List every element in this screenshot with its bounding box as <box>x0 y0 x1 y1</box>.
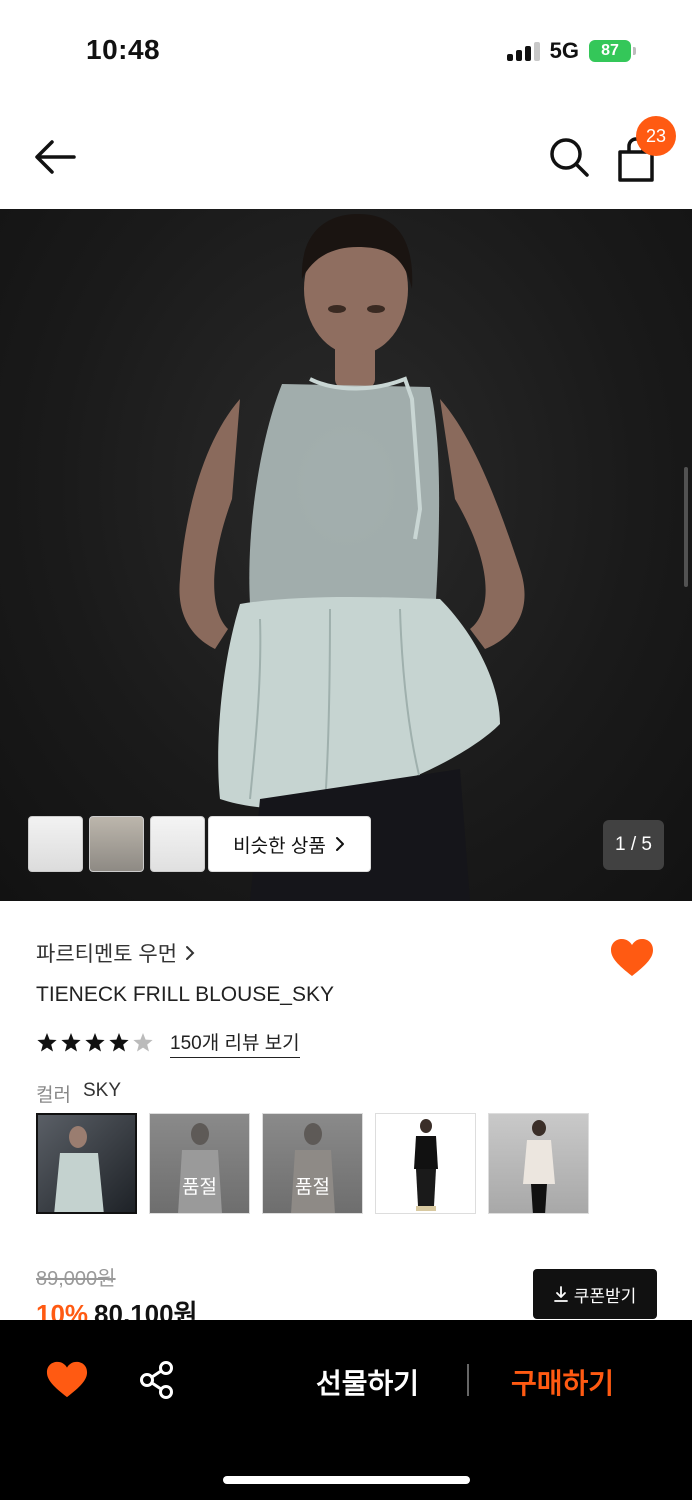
battery-icon: 87 <box>589 40 636 62</box>
signal-icon <box>506 41 540 61</box>
wishlist-heart-icon[interactable] <box>610 936 654 980</box>
status-bar: 10:48 5G 87 <box>0 0 692 100</box>
image-page-indicator: 1 / 5 <box>603 820 664 870</box>
color-swatch[interactable]: 품절 <box>149 1113 250 1214</box>
wishlist-heart-icon[interactable] <box>46 1360 88 1400</box>
color-swatches: 품절 품절 <box>36 1113 589 1214</box>
bottom-divider <box>467 1364 469 1396</box>
rating-row: 150개 리뷰 보기 <box>36 1028 300 1058</box>
download-icon <box>553 1286 568 1302</box>
color-swatch[interactable] <box>375 1113 476 1214</box>
color-swatch[interactable] <box>488 1113 589 1214</box>
similar-products-label: 비슷한 상품 <box>233 835 326 857</box>
status-indicators: 5G 87 <box>506 38 636 64</box>
rating-stars <box>36 1032 154 1054</box>
product-title: TIENECK FRILL BLOUSE_SKY <box>36 983 334 1006</box>
buy-button[interactable]: 구매하기 <box>511 1362 614 1402</box>
search-icon[interactable] <box>546 134 592 180</box>
battery-level: 87 <box>589 40 631 62</box>
bottom-action-bar: 선물하기 구매하기 <box>0 1320 692 1500</box>
top-nav <box>0 110 692 208</box>
product-image[interactable] <box>0 209 692 901</box>
image-scroll-indicator <box>684 467 688 587</box>
status-time: 10:48 <box>86 34 161 65</box>
coupon-button[interactable]: 쿠폰받기 <box>533 1269 657 1319</box>
reviews-link[interactable]: 150개 리뷰 보기 <box>170 1028 300 1058</box>
gift-button[interactable]: 선물하기 <box>316 1362 419 1402</box>
soldout-label: 품절 <box>182 1177 217 1198</box>
color-label: 컬러 <box>36 1085 71 1106</box>
gallery-thumbnail[interactable] <box>89 816 144 872</box>
home-indicator <box>223 1476 470 1484</box>
gallery-thumbnail[interactable] <box>150 816 205 872</box>
color-value: SKY <box>82 1080 121 1101</box>
share-icon[interactable] <box>138 1360 176 1400</box>
back-arrow-icon[interactable] <box>30 134 82 180</box>
brand-link[interactable]: 파르티멘토 우먼 <box>36 938 195 968</box>
gallery-thumbnail[interactable] <box>28 816 83 872</box>
similar-products-button[interactable]: 비슷한 상품 <box>208 816 371 872</box>
network-type: 5G <box>549 38 579 63</box>
original-price: 89,000원 <box>36 1268 116 1290</box>
color-swatch[interactable] <box>36 1113 137 1214</box>
coupon-label: 쿠폰받기 <box>573 1286 637 1306</box>
color-swatch[interactable]: 품절 <box>262 1113 363 1214</box>
soldout-label: 품절 <box>295 1177 330 1198</box>
chevron-right-icon <box>186 946 195 960</box>
model-photo <box>179 214 525 901</box>
cart-count-badge: 23 <box>636 116 676 156</box>
chevron-right-icon <box>335 837 344 851</box>
color-option-row: 컬러 SKY <box>36 1080 121 1107</box>
gallery-thumbnails <box>28 816 205 872</box>
brand-name: 파르티멘토 우먼 <box>36 943 178 966</box>
